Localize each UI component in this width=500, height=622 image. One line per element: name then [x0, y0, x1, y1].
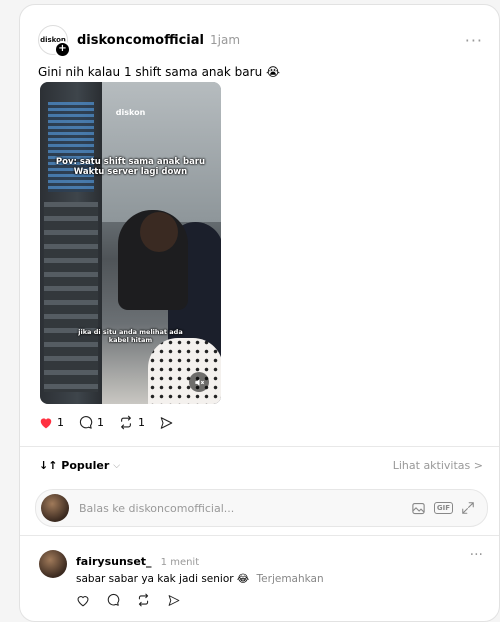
share-send-icon — [160, 416, 173, 429]
heart-filled-icon — [40, 418, 52, 429]
comment-body: fairysunset_ 1 menit ··· sabar sabar ya … — [76, 547, 483, 585]
mute-icon[interactable] — [189, 372, 209, 392]
reply-box[interactable]: Balas ke diskoncomofficial... GIF — [35, 489, 488, 527]
like-button[interactable]: 1 — [39, 416, 64, 429]
post-actions: 1 1 1 — [39, 415, 192, 430]
divider — [20, 446, 499, 447]
video-background — [102, 82, 221, 222]
post-video[interactable]: diskon Pov: satu shift sama anak baru Wa… — [40, 82, 221, 404]
comment-actions — [76, 593, 197, 607]
comment-time: 1 menit — [160, 557, 200, 568]
video-overlay-top: Pov: satu shift sama anak baru Waktu ser… — [40, 157, 221, 177]
comment-text: sabar sabar ya kak jadi senior 😂 — [76, 573, 250, 585]
follow-plus-icon[interactable]: + — [54, 41, 71, 58]
repost-icon[interactable] — [136, 593, 151, 607]
post-time: 1jam — [210, 33, 241, 47]
avatar[interactable] — [39, 550, 67, 578]
video-overlay-line: Pov: satu shift sama anak baru — [55, 157, 206, 167]
video-logo: diskon — [115, 108, 146, 117]
repost-button[interactable]: 1 — [118, 415, 145, 430]
view-activity-link[interactable]: Lihat aktivitas > — [393, 459, 483, 472]
video-overlay-line: kabel hitam — [108, 336, 153, 344]
heart-icon[interactable] — [76, 594, 90, 607]
reply-tools: GIF — [403, 501, 475, 516]
comment-icon[interactable] — [106, 593, 120, 607]
translate-link[interactable]: Terjemahkan — [257, 573, 324, 585]
chevron-down-icon[interactable]: ⌵ — [113, 461, 120, 471]
avatar — [41, 494, 69, 522]
gif-icon[interactable]: GIF — [433, 502, 453, 514]
comment-text-row: sabar sabar ya kak jadi senior 😂 Terjema… — [76, 573, 483, 585]
post-header: diskon + diskoncomofficial 1jam ··· — [38, 25, 483, 58]
video-overlay-line: jika di situ anda melihat ada — [78, 328, 183, 336]
share-send-icon[interactable] — [167, 594, 181, 607]
post-caption: Gini nih kalau 1 shift sama anak baru 😭 — [38, 65, 281, 79]
comment-username[interactable]: fairysunset_ — [76, 555, 152, 568]
repost-count: 1 — [138, 416, 145, 429]
sort-dropdown[interactable]: ↓↑ Populer — [39, 459, 109, 472]
sort-row: ↓↑ Populer ⌵ Lihat aktivitas > — [39, 459, 483, 472]
person-figure — [148, 338, 221, 404]
image-icon[interactable] — [411, 501, 426, 516]
server-rack-graphic — [40, 82, 102, 404]
repost-icon — [121, 415, 131, 430]
divider — [20, 535, 499, 536]
more-options-icon[interactable]: ··· — [465, 31, 483, 50]
comment-count: 1 — [97, 416, 104, 429]
post-card: diskon + diskoncomofficial 1jam ··· Gini… — [19, 4, 500, 622]
person-head — [140, 212, 178, 252]
video-overlay-bottom: jika di situ anda melihat ada kabel hita… — [40, 328, 221, 344]
share-button[interactable] — [159, 416, 178, 430]
comment-button[interactable]: 1 — [78, 415, 104, 430]
post-username[interactable]: diskoncomofficial — [77, 33, 204, 48]
reply-input[interactable]: Balas ke diskoncomofficial... — [79, 502, 234, 515]
like-count: 1 — [57, 416, 64, 429]
video-overlay-line: Waktu server lagi down — [73, 167, 188, 177]
avatar[interactable]: diskon + — [38, 25, 71, 58]
more-options-icon[interactable]: ··· — [470, 547, 483, 563]
comment-icon — [79, 416, 93, 429]
expand-icon[interactable] — [461, 501, 475, 515]
